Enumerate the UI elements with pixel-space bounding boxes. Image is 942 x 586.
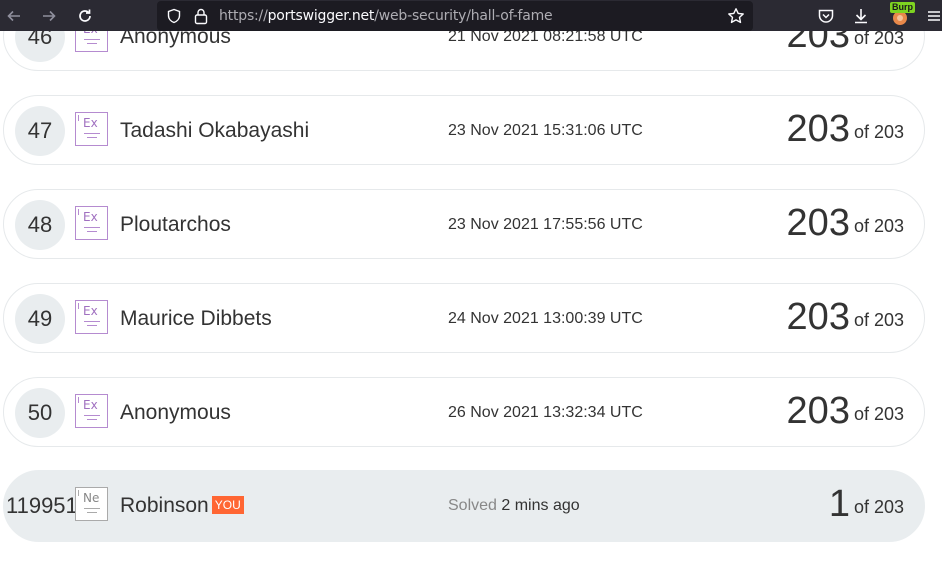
completion-date: 24 Nov 2021 13:00:39 UTC (448, 310, 643, 327)
burp-extension-label: Burp (890, 2, 915, 13)
download-icon (855, 9, 867, 24)
reload-icon (79, 9, 91, 22)
badge-label: Ex (83, 210, 98, 224)
score: 1 of 203 (829, 483, 904, 526)
score-value: 1 (828, 483, 850, 525)
rank-number: 49 (15, 294, 65, 344)
reload-button[interactable] (74, 5, 96, 27)
burp-extension-button[interactable]: Burp (889, 2, 915, 25)
back-button[interactable] (3, 5, 25, 27)
pocket-icon (818, 9, 834, 23)
hamburger-menu-icon (928, 11, 940, 21)
expert-badge-icon: Ex (75, 300, 108, 334)
score-total: of 203 (853, 404, 904, 424)
score-value: 203 (786, 296, 850, 338)
solved-status: Solved 2 mins ago (448, 497, 580, 515)
score: 203 of 203 (787, 202, 904, 245)
table-row: 49 Ex Maurice Dibbets 24 Nov 2021 13:00:… (3, 283, 925, 353)
score-total: of 203 (853, 497, 904, 517)
menu-button[interactable] (923, 5, 942, 27)
score-total: of 203 (853, 310, 904, 330)
newcomer-badge-icon: Ne (75, 487, 108, 521)
expert-badge-icon: Ex (75, 206, 108, 240)
badge-label: Ex (83, 398, 98, 412)
user-name: Tadashi Okabayashi (120, 119, 310, 142)
badge-label: Ex (83, 116, 98, 130)
browser-toolbar: https://portswigger.net/web-security/hal… (0, 0, 942, 31)
score-value: 203 (786, 390, 850, 432)
score: 203 of 203 (787, 390, 904, 433)
expert-badge-icon: Ex (75, 394, 108, 428)
user-name: Ploutarchos (120, 213, 231, 236)
user-name-text: Robinson (120, 494, 209, 517)
rank-number: 48 (15, 200, 65, 250)
back-arrow-icon (7, 10, 20, 22)
score-total: of 203 (853, 216, 904, 236)
expert-badge-icon: Ex (75, 112, 108, 146)
score-total: of 203 (853, 28, 904, 48)
completion-date: 23 Nov 2021 15:31:06 UTC (448, 122, 643, 139)
score-total: of 203 (853, 122, 904, 142)
score: 203 of 203 (787, 108, 904, 151)
score-value: 203 (786, 202, 850, 244)
forward-button[interactable] (38, 5, 60, 27)
score: 203 of 203 (787, 296, 904, 339)
url-scheme: https:// (219, 8, 268, 24)
badge-label: Ex (83, 304, 98, 318)
user-name: Robinson YOU (120, 494, 244, 518)
rank-number: 50 (15, 388, 65, 438)
current-user-row: 119951 Ne Robinson YOU Solved 2 mins ago … (3, 470, 925, 542)
bookmark-star-icon[interactable] (727, 7, 745, 25)
url-bar[interactable]: https://portswigger.net/web-security/hal… (157, 1, 753, 31)
user-name: Maurice Dibbets (120, 307, 272, 330)
solved-label: Solved (448, 497, 497, 514)
table-row: 50 Ex Anonymous 26 Nov 2021 13:32:34 UTC… (3, 377, 925, 447)
user-name: Anonymous (120, 401, 231, 424)
rank-number: 47 (15, 106, 65, 156)
url-text[interactable]: https://portswigger.net/web-security/hal… (219, 8, 553, 24)
solved-time: 2 mins ago (501, 497, 580, 514)
rank-number: 119951 (6, 493, 78, 518)
url-path: /web-security/hall-of-fame (374, 8, 553, 24)
table-row: 48 Ex Ploutarchos 23 Nov 2021 17:55:56 U… (3, 189, 925, 259)
badge-label: Ne (83, 491, 100, 505)
completion-date: 23 Nov 2021 17:55:56 UTC (448, 216, 643, 233)
shield-icon[interactable] (166, 8, 182, 24)
table-row: 47 Ex Tadashi Okabayashi 23 Nov 2021 15:… (3, 95, 925, 165)
lock-icon[interactable] (193, 7, 209, 25)
downloads-button[interactable] (850, 5, 872, 27)
forward-arrow-icon (43, 10, 56, 22)
score-value: 203 (786, 108, 850, 150)
you-badge: YOU (211, 496, 244, 514)
url-host: portswigger.net (267, 8, 375, 24)
completion-date: 26 Nov 2021 13:32:34 UTC (448, 404, 643, 421)
pocket-button[interactable] (815, 5, 837, 27)
